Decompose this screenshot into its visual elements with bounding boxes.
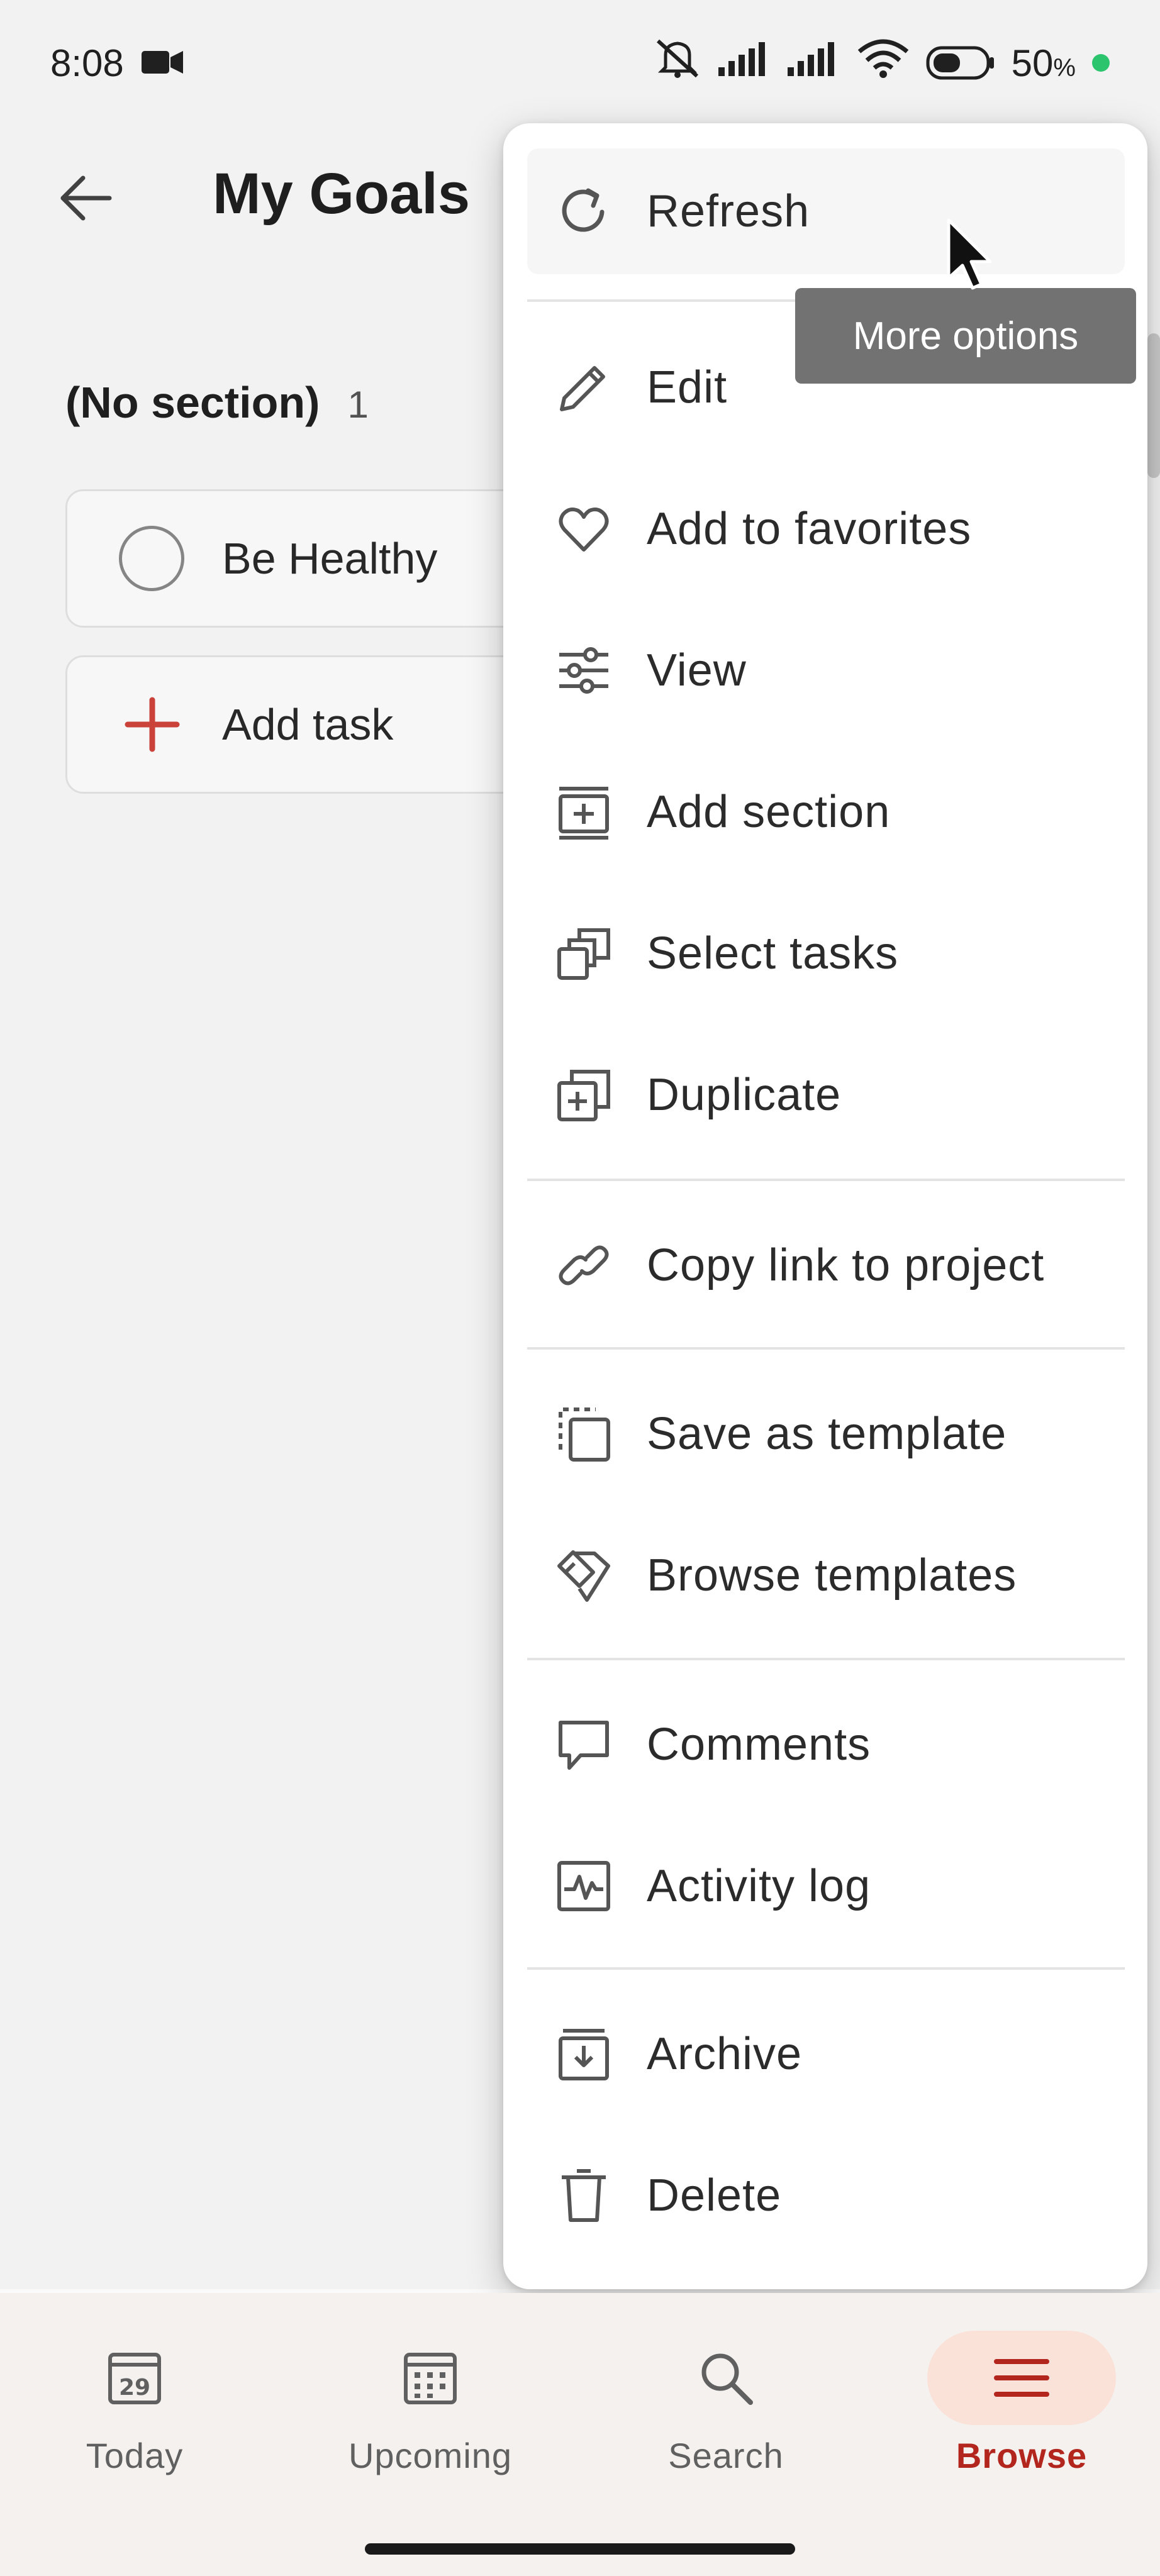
menu-label: Activity log	[647, 1861, 871, 1911]
nav-label: Browse	[956, 2436, 1088, 2475]
nav-today[interactable]: 29 Today	[15, 2331, 254, 2494]
menu-item-select-tasks[interactable]: Select tasks	[527, 891, 1125, 1016]
nav-label: Search	[668, 2436, 784, 2475]
menu-label: View	[647, 645, 747, 696]
menu-item-add-to-favorites[interactable]: Add to favorites	[527, 466, 1125, 592]
nav-upcoming[interactable]: Upcoming	[311, 2331, 550, 2494]
home-indicator[interactable]	[365, 2543, 795, 2555]
nav-label: Today	[86, 2436, 184, 2475]
menu-item-comments[interactable]: Comments	[527, 1682, 1125, 1807]
menu-divider	[527, 1658, 1125, 1660]
menu-label: Delete	[647, 2170, 782, 2221]
menu-item-copy-link[interactable]: Copy link to project	[527, 1202, 1125, 1328]
menu-label: Edit	[647, 362, 728, 413]
menu-divider	[527, 1967, 1125, 1970]
today-day-number: 29	[119, 2375, 150, 2401]
menu-divider	[527, 1347, 1125, 1350]
menu-label: Duplicate	[647, 1070, 842, 1120]
menu-label: Archive	[647, 2029, 803, 2079]
nav-browse[interactable]: Browse	[902, 2331, 1141, 2494]
menu-item-save-as-template[interactable]: Save as template	[527, 1371, 1125, 1497]
menu-label: Browse templates	[647, 1550, 1017, 1601]
menu-label: Copy link to project	[647, 1240, 1045, 1291]
menu-item-archive[interactable]: Archive	[527, 1991, 1125, 2117]
menu-icon	[994, 2359, 1049, 2397]
browse-templates-icon	[552, 1544, 615, 1607]
pencil-icon	[552, 356, 615, 419]
activity-icon	[552, 1855, 615, 1918]
duplicate-icon	[552, 1063, 615, 1126]
heart-icon	[552, 497, 615, 560]
refresh-icon	[552, 180, 615, 243]
more-options-menu: Refresh Edit Add to favorites View Add s…	[503, 123, 1147, 2289]
menu-item-duplicate[interactable]: Duplicate	[527, 1032, 1125, 1158]
archive-icon	[552, 2023, 615, 2085]
add-section-icon	[552, 780, 615, 843]
menu-item-browse-templates[interactable]: Browse templates	[527, 1513, 1125, 1638]
menu-label: Refresh	[647, 186, 810, 236]
menu-label: Add section	[647, 787, 891, 837]
nav-label: Upcoming	[348, 2436, 513, 2475]
menu-divider	[527, 1179, 1125, 1181]
menu-item-view[interactable]: View	[527, 608, 1125, 733]
calendar-today-icon: 29	[108, 2353, 161, 2404]
select-tasks-icon	[552, 922, 615, 985]
search-icon	[701, 2353, 753, 2405]
tooltip: More options	[795, 288, 1136, 384]
nav-search[interactable]: Search	[606, 2331, 845, 2494]
menu-item-delete[interactable]: Delete	[527, 2133, 1125, 2258]
sliders-icon	[552, 639, 615, 702]
menu-item-activity-log[interactable]: Activity log	[527, 1823, 1125, 1949]
bottom-navigation: 29 Today Upcoming Search Browse	[0, 2293, 1160, 2576]
mouse-cursor-icon	[947, 218, 992, 290]
save-template-icon	[552, 1402, 615, 1465]
menu-label: Save as template	[647, 1409, 1007, 1459]
app-screen: 8:08 50% My Goals (No section) 1 Be Heal…	[0, 0, 1160, 2576]
menu-label: Comments	[647, 1719, 871, 1770]
menu-label: Select tasks	[647, 928, 899, 979]
calendar-grid-icon	[404, 2353, 457, 2404]
comment-icon	[552, 1713, 615, 1776]
link-icon	[552, 1234, 615, 1297]
trash-icon	[552, 2164, 615, 2227]
menu-item-refresh[interactable]: Refresh	[527, 148, 1125, 274]
menu-label: Add to favorites	[647, 504, 972, 554]
menu-item-add-section[interactable]: Add section	[527, 749, 1125, 875]
